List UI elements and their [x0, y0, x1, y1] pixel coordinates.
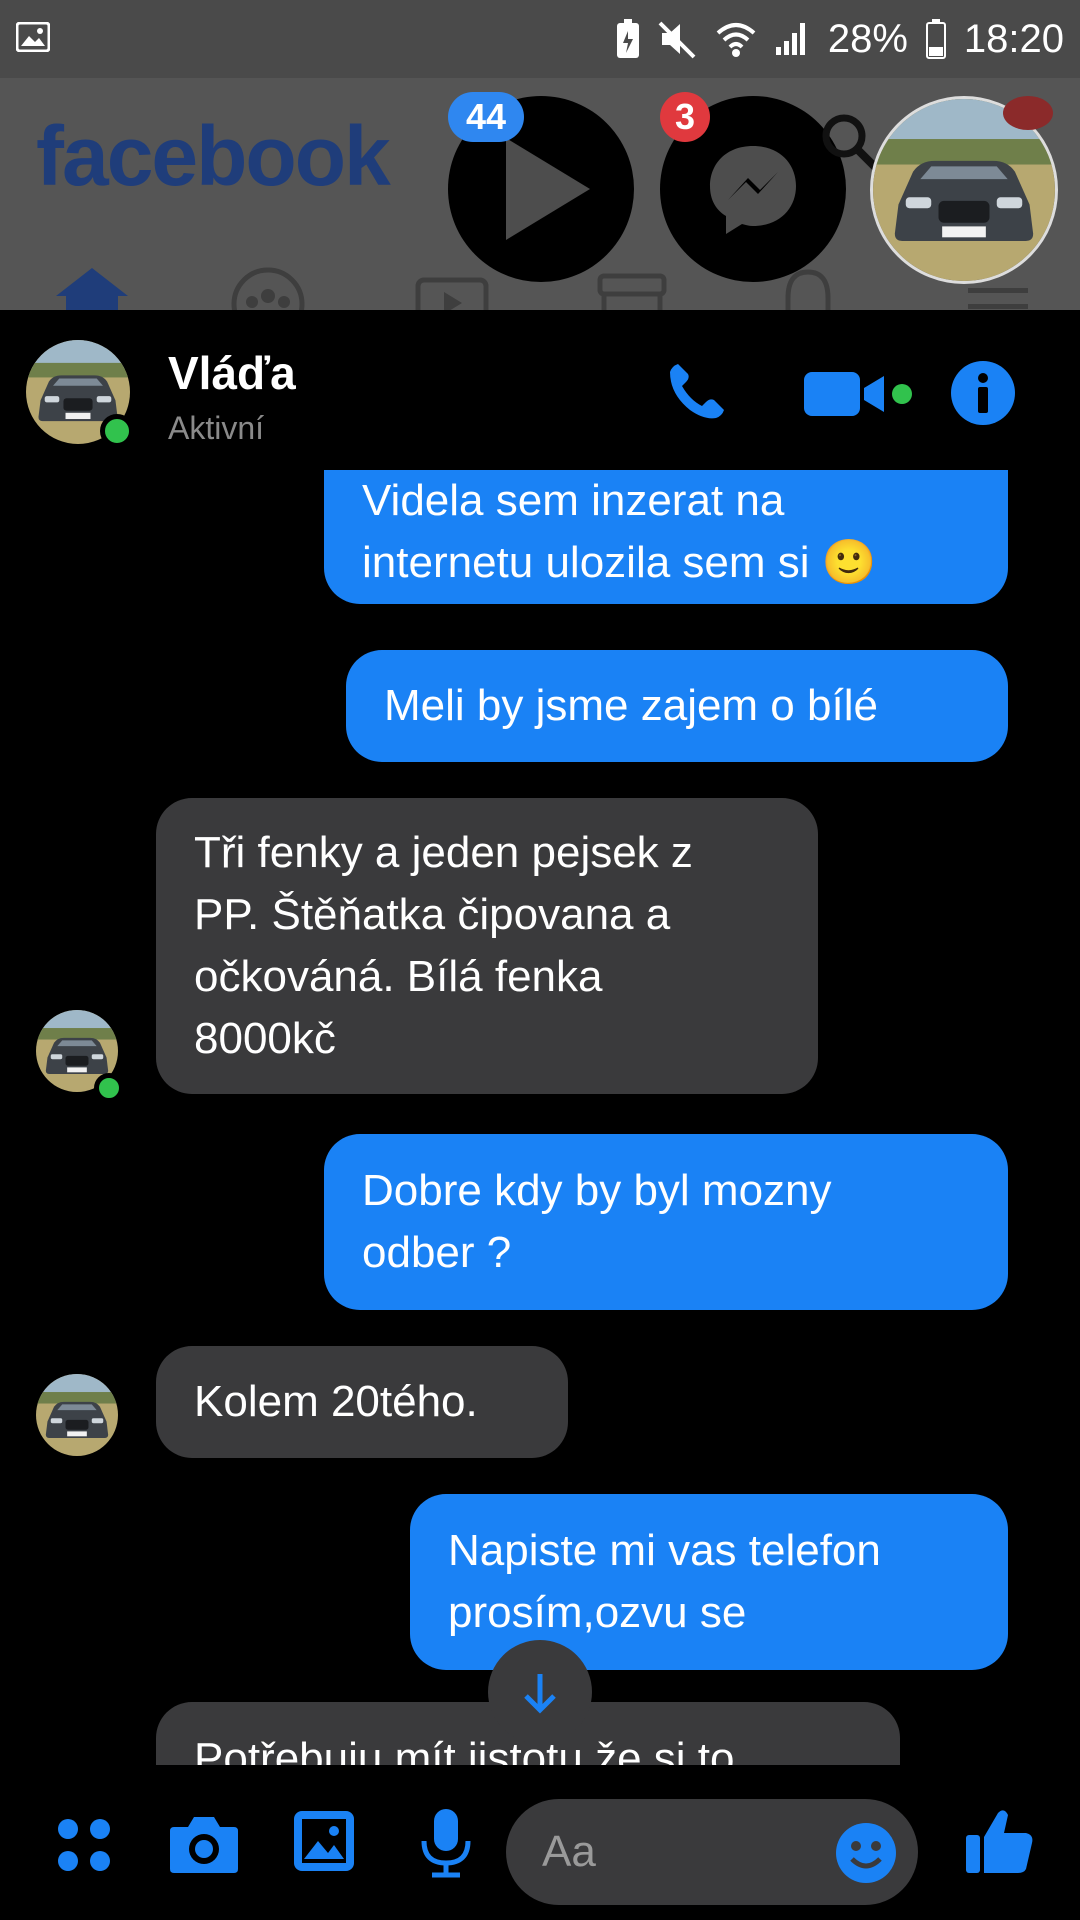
apps-icon[interactable] — [56, 1817, 112, 1873]
scroll-to-bottom-button[interactable] — [488, 1640, 592, 1744]
mute-icon — [658, 21, 696, 59]
online-indicator — [100, 414, 134, 448]
like-icon[interactable] — [964, 1805, 1036, 1877]
message-outgoing[interactable]: Dobre kdy by byl mozny odber ? — [324, 1134, 1008, 1310]
status-bar: 28% 18:20 — [0, 0, 1080, 78]
chat-header: Vláďa Aktivní — [0, 310, 1080, 470]
message-text: Videla sem inzerat na internetu ulozila … — [362, 476, 877, 587]
battery-saver-icon — [616, 19, 639, 58]
battery-percent: 28% — [827, 16, 908, 61]
messenger-badge: 3 — [660, 92, 710, 142]
contact-status: Aktivní — [168, 410, 265, 446]
message-outgoing[interactable]: Videla sem inzerat na internetu ulozila … — [324, 470, 1008, 604]
wifi-icon — [716, 23, 756, 57]
message-text: Tři fenky a jeden pejsek z PP. Štěňatka … — [194, 828, 693, 1063]
gallery-icon — [16, 22, 50, 52]
home-icon[interactable] — [54, 266, 130, 310]
groups-icon[interactable] — [230, 266, 306, 310]
info-icon[interactable] — [950, 360, 1016, 426]
emoji-icon[interactable] — [834, 1821, 898, 1885]
video-call-icon[interactable] — [804, 368, 914, 420]
message-text: Dobre kdy by byl mozny odber ? — [362, 1166, 832, 1277]
message-input-placeholder: Aa — [542, 1827, 596, 1876]
message-text: Kolem 20tého. — [194, 1377, 478, 1426]
chat-panel: Vláďa Aktivní Videla sem inzerat na inte… — [0, 310, 1080, 1920]
contact-name[interactable]: Vláďa — [168, 346, 296, 400]
camera-icon[interactable] — [168, 1811, 240, 1875]
message-incoming[interactable]: Kolem 20tého. — [156, 1346, 568, 1458]
message-text: Meli by jsme zajem o bílé — [384, 681, 878, 730]
arrow-down-icon — [524, 1674, 556, 1714]
message-list[interactable]: Videla sem inzerat na internetu ulozila … — [0, 470, 1080, 1765]
message-input[interactable]: Aa — [506, 1799, 918, 1905]
microphone-icon[interactable] — [418, 1807, 474, 1879]
message-outgoing[interactable]: Meli by jsme zajem o bílé — [346, 650, 1008, 762]
composer-bar: Aa — [0, 1765, 1080, 1920]
phone-call-icon[interactable] — [664, 360, 728, 424]
battery-icon — [925, 19, 946, 59]
online-indicator — [94, 1073, 124, 1103]
facebook-logo: facebook — [36, 109, 391, 203]
message-incoming[interactable]: Tři fenky a jeden pejsek z PP. Štěňatka … — [156, 798, 818, 1094]
clock: 18:20 — [963, 16, 1064, 61]
notification-dot — [1003, 96, 1053, 130]
contact-avatar-small[interactable] — [36, 1374, 118, 1456]
video-badge: 44 — [448, 92, 524, 142]
signal-icon — [775, 23, 805, 55]
message-text: Napiste mi vas telefon prosím,ozvu se — [448, 1526, 881, 1637]
gallery-icon[interactable] — [292, 1809, 356, 1873]
